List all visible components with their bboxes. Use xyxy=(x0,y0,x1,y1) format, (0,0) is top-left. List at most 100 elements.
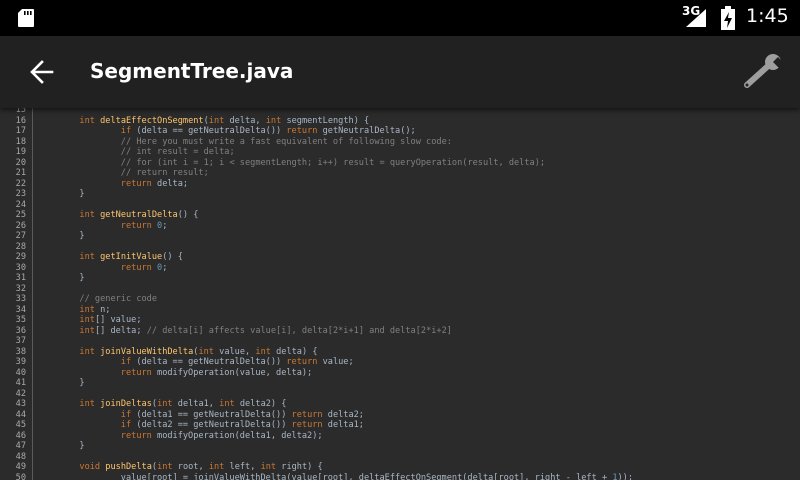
code-token: int xyxy=(79,399,95,410)
code-text: } xyxy=(38,231,84,242)
code-line[interactable]: 25 int getNeutralDelta() { xyxy=(0,210,800,221)
code-text: return delta; xyxy=(38,179,188,190)
code-line[interactable]: 47 } xyxy=(0,441,800,452)
code-token: ; xyxy=(162,220,168,231)
code-line[interactable]: 35 int[] value; xyxy=(0,315,800,326)
code-token: [] value; xyxy=(94,315,142,326)
app-bar: SegmentTree.java xyxy=(0,36,800,108)
line-number: 30 xyxy=(15,262,26,273)
code-token: delta; xyxy=(151,178,189,189)
line-number: 47 xyxy=(15,441,26,452)
code-token: // delta[i] affects value[i], delta[2*i+… xyxy=(146,325,452,336)
status-clock: 1:45 xyxy=(746,5,789,27)
code-line[interactable]: 43 int joinDeltas(int delta1, int delta2… xyxy=(0,399,800,410)
code-line[interactable]: 19 // int result = delta; xyxy=(0,147,800,158)
line-number: 26 xyxy=(15,220,26,231)
code-text: if (delta2 == getNeutralDelta()) return … xyxy=(38,420,364,431)
code-line[interactable]: 18 // Here you must write a fast equival… xyxy=(0,137,800,148)
status-bar: 3G 1:45 xyxy=(0,0,800,36)
code-token: joinDeltas xyxy=(100,399,152,410)
code-token: delta2; xyxy=(322,409,364,420)
code-token: int xyxy=(219,399,235,410)
code-line[interactable]: 16 int deltaEffectOnSegment(int delta, i… xyxy=(0,116,800,127)
code-token: deltaEffectOnSegment xyxy=(100,115,204,126)
code-token: (delta == getNeutralDelta()) xyxy=(131,126,287,137)
code-text: if (delta == getNeutralDelta()) return v… xyxy=(38,357,354,368)
line-number: 39 xyxy=(15,357,26,368)
code-line[interactable]: 23 } xyxy=(0,189,800,200)
line-number: 27 xyxy=(15,231,26,242)
code-line[interactable]: 21 // return result; xyxy=(0,168,800,179)
code-line[interactable]: 42 xyxy=(0,389,800,400)
code-line[interactable]: 30 return 0; xyxy=(0,263,800,274)
code-token: int xyxy=(260,462,277,473)
code-line[interactable]: 32 xyxy=(0,284,800,295)
code-token: } xyxy=(38,189,85,200)
code-line[interactable]: 46 return modifyOperation(delta1, delta2… xyxy=(0,431,800,442)
code-token: getNeutralDelta(); xyxy=(317,126,416,137)
code-token: ; xyxy=(162,262,168,273)
code-text: int[] delta; // delta[i] affects value[i… xyxy=(38,326,452,337)
settings-button[interactable] xyxy=(738,50,786,94)
code-line[interactable]: 34 int n; xyxy=(0,305,800,316)
code-line[interactable]: 24 xyxy=(0,200,800,211)
code-text: // return result; xyxy=(38,168,209,179)
code-token: modifyOperation(delta1, delta2); xyxy=(151,430,323,441)
line-number: 31 xyxy=(15,273,26,284)
code-line[interactable]: 48 xyxy=(0,452,800,463)
signal-icon xyxy=(686,9,706,27)
line-number: 43 xyxy=(15,399,26,410)
code-line[interactable]: 31 } xyxy=(0,273,800,284)
code-line[interactable]: 29 int getInitValue() { xyxy=(0,252,800,263)
code-line[interactable]: 20 // for (int i = 1; i < segmentLength;… xyxy=(0,158,800,169)
code-line[interactable]: 38 int joinValueWithDelta(int value, int… xyxy=(0,347,800,358)
code-line[interactable]: 17 if (delta == getNeutralDelta()) retur… xyxy=(0,126,800,137)
code-editor[interactable]: 15 16 int deltaEffectOnSegment(int delta,… xyxy=(0,108,800,480)
code-token: void xyxy=(79,462,101,473)
code-line[interactable]: 37 xyxy=(0,336,800,347)
code-text: return 0; xyxy=(38,262,168,274)
code-line[interactable]: 44 if (delta1 == getNeutralDelta()) retu… xyxy=(0,410,800,421)
code-token: delta1, xyxy=(172,399,220,410)
code-token: return xyxy=(291,420,323,431)
code-token: int xyxy=(265,115,282,126)
code-line[interactable]: 15 xyxy=(0,108,800,116)
code-text: } xyxy=(38,273,84,284)
line-number: 50 xyxy=(15,472,26,480)
code-line[interactable]: 41 } xyxy=(0,378,800,389)
code-token: int xyxy=(208,115,225,126)
line-number: 41 xyxy=(15,378,26,389)
code-line[interactable]: 28 xyxy=(0,242,800,253)
line-number: 29 xyxy=(15,252,26,263)
code-token: joinValueWithDelta xyxy=(100,346,194,357)
code-line[interactable]: 50 value[root] = joinValueWithDelta(valu… xyxy=(0,473,800,480)
code-line[interactable]: 36 int[] delta; // delta[i] affects valu… xyxy=(0,326,800,337)
line-number: 40 xyxy=(15,367,26,378)
code-line[interactable]: 45 if (delta2 == getNeutralDelta()) retu… xyxy=(0,420,800,431)
code-line[interactable]: 22 return delta; xyxy=(0,179,800,190)
code-line[interactable]: 49 void pushDelta(int root, int left, in… xyxy=(0,462,800,473)
code-line[interactable]: 39 if (delta == getNeutralDelta()) retur… xyxy=(0,357,800,368)
code-text: return modifyOperation(delta1, delta2); xyxy=(38,431,323,442)
wrench-icon xyxy=(744,54,786,88)
code-token: int xyxy=(157,462,173,473)
code-line[interactable]: 27 } xyxy=(0,231,800,242)
back-button[interactable] xyxy=(20,50,64,94)
code-line[interactable]: 40 return modifyOperation(value, delta); xyxy=(0,368,800,379)
code-line[interactable]: 33 // generic code xyxy=(0,294,800,305)
code-token: int xyxy=(79,346,95,357)
code-text: value[root] = joinValueWithDelta(value[r… xyxy=(38,473,633,480)
code-line[interactable]: 26 return 0; xyxy=(0,221,800,232)
code-token: () { xyxy=(162,252,183,263)
line-number: 22 xyxy=(15,178,26,189)
line-number: 46 xyxy=(15,430,26,441)
